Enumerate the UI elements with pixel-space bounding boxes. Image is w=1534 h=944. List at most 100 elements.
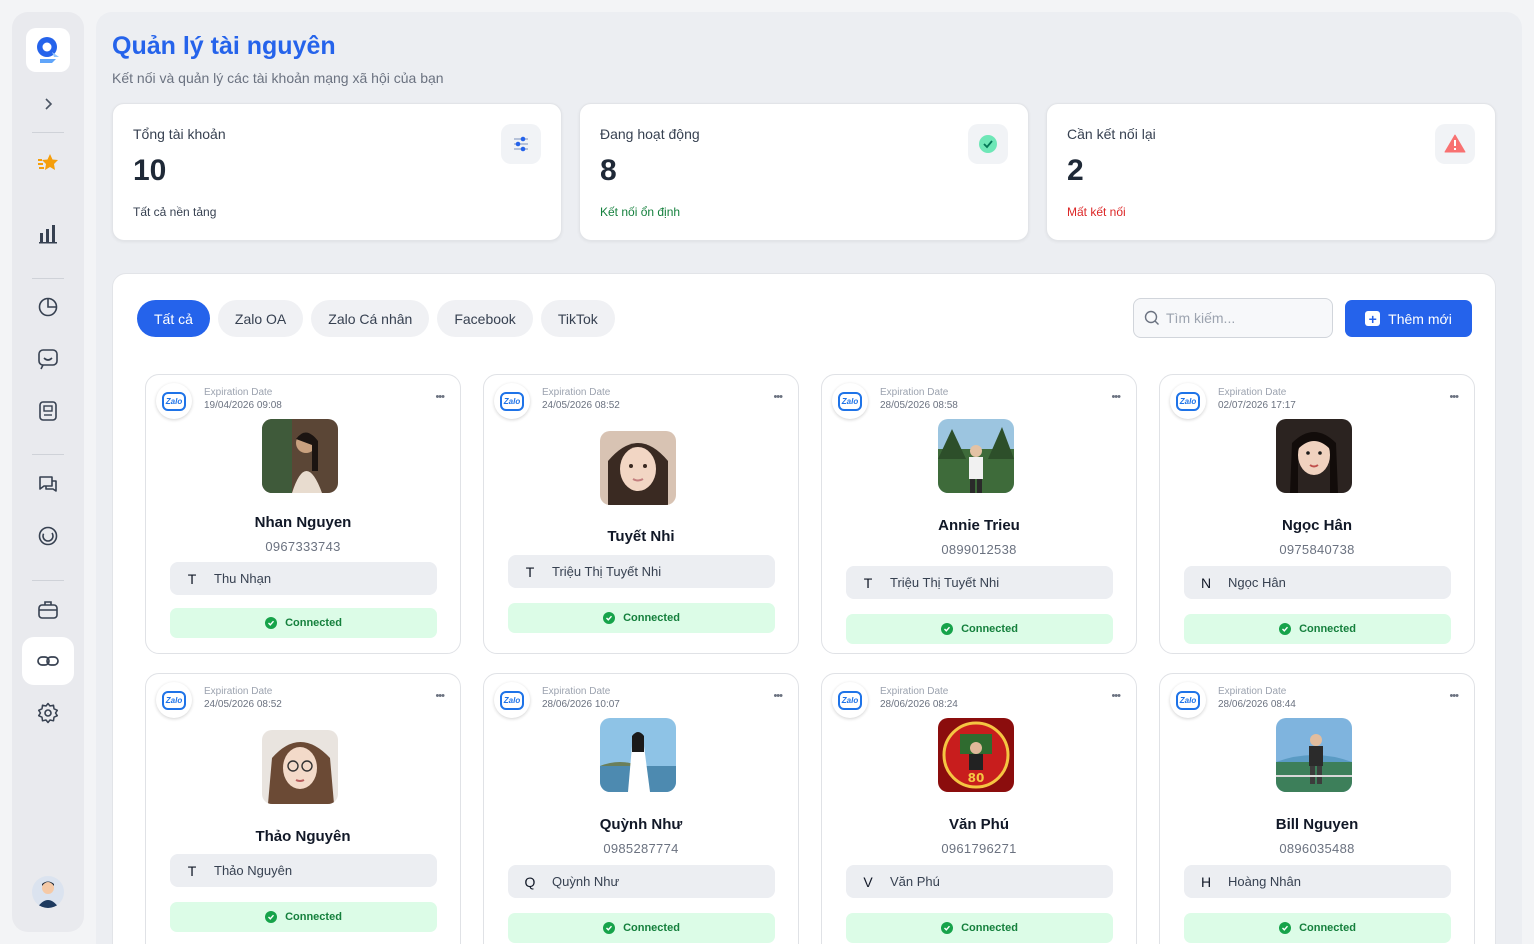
account-name: Thảo Nguyên	[255, 828, 351, 845]
platform-badge: Zalo	[162, 690, 186, 710]
status-badge: Connected	[508, 913, 775, 943]
pie-chart-icon[interactable]	[34, 293, 62, 321]
check-icon	[1279, 922, 1292, 934]
owner-name: Hoàng Nhân	[1228, 874, 1301, 889]
link-icon[interactable]	[34, 647, 62, 675]
expiration-label: Expiration Date	[880, 387, 949, 398]
platform-tabs: Tất cả Zalo OA Zalo Cá nhân Facebook Tik…	[137, 300, 615, 337]
tab-zalo-personal[interactable]: Zalo Cá nhân	[311, 300, 430, 337]
sidebar	[12, 12, 84, 932]
search-input[interactable]	[1166, 310, 1326, 326]
expiration-label: Expiration Date	[542, 686, 611, 697]
check-icon	[265, 911, 278, 923]
account-phone: 0985287774	[603, 841, 679, 856]
more-options-icon[interactable]: •••	[1449, 391, 1459, 403]
check-icon	[941, 922, 954, 934]
owner-initial: V	[863, 873, 873, 890]
more-options-icon[interactable]: •••	[1111, 391, 1121, 403]
tab-tiktok[interactable]: TikTok	[540, 300, 615, 337]
check-circle-icon	[968, 124, 1008, 164]
stat-card-active: Đang hoạt động 8 Kết nối ổn định	[579, 103, 1029, 241]
owner-name: Triệu Thị Tuyết Nhi	[890, 575, 1000, 590]
expiration-label: Expiration Date	[880, 686, 949, 697]
platform-badge: Zalo	[162, 391, 186, 411]
tab-facebook[interactable]: Facebook	[437, 300, 533, 337]
owner-initial: Q	[524, 873, 536, 890]
sidebar-divider	[32, 454, 64, 455]
sliders-icon	[501, 124, 541, 164]
stat-label: Đang hoạt động	[600, 126, 700, 142]
search-box	[1133, 298, 1333, 338]
status-badge: Connected	[1184, 614, 1451, 644]
status-label: Connected	[961, 623, 1018, 635]
expiration-date: 19/04/2026 09:08	[204, 400, 282, 411]
account-name: Annie Trieu	[938, 517, 1020, 534]
chat-bot-icon[interactable]	[34, 345, 62, 373]
account-card[interactable]: Zalo Expiration Date 28/06/2026 08:44 ••• Bi…	[1159, 673, 1475, 944]
stat-value: 2	[1067, 154, 1084, 187]
platform-badge: Zalo	[838, 690, 862, 710]
account-name: Quỳnh Như	[599, 816, 683, 833]
owner-chip: V Văn Phú	[846, 865, 1113, 898]
expiration-date: 24/05/2026 08:52	[542, 400, 620, 411]
user-avatar[interactable]	[32, 876, 64, 908]
account-avatar	[1276, 419, 1352, 493]
owner-chip: T Thảo Nguyên	[170, 854, 437, 887]
more-options-icon[interactable]: •••	[773, 690, 783, 702]
sidebar-divider	[32, 580, 64, 581]
briefcase-icon[interactable]	[34, 596, 62, 624]
more-options-icon[interactable]: •••	[1449, 690, 1459, 702]
account-card[interactable]: Zalo Expiration Date 02/07/2026 17:17 ••• Ng…	[1159, 374, 1475, 654]
notebook-icon[interactable]	[34, 397, 62, 425]
tab-zalo-oa[interactable]: Zalo OA	[217, 300, 304, 337]
svg-text:80: 80	[968, 771, 985, 785]
account-phone: 0967333743	[265, 539, 341, 554]
account-avatar	[1276, 718, 1352, 792]
account-card[interactable]: Zalo Expiration Date 19/04/2026 09:08 ••• Nh…	[145, 374, 461, 654]
spinner-icon[interactable]	[34, 522, 62, 550]
messages-icon[interactable]	[34, 470, 62, 498]
app-logo[interactable]	[26, 28, 70, 72]
more-options-icon[interactable]: •••	[435, 690, 445, 702]
more-options-icon[interactable]: •••	[773, 391, 783, 403]
stat-value: 8	[600, 154, 617, 187]
status-label: Connected	[961, 922, 1018, 934]
add-new-label: Thêm mới	[1388, 310, 1452, 327]
expiration-label: Expiration Date	[1218, 387, 1287, 398]
owner-chip: T Thu Nhạn	[170, 562, 437, 595]
stat-label: Cần kết nối lại	[1067, 126, 1156, 142]
main-panel: Quản lý tài nguyên Kết nối và quản lý cá…	[96, 12, 1522, 944]
stat-value: 10	[133, 154, 167, 187]
account-phone: 0899012538	[941, 542, 1017, 557]
account-card[interactable]: Zalo Expiration Date 28/06/2026 08:24 ••• 80…	[821, 673, 1137, 944]
status-label: Connected	[285, 617, 342, 629]
stat-note: Kết nối ổn định	[600, 205, 681, 219]
check-icon	[941, 623, 954, 635]
more-options-icon[interactable]: •••	[1111, 690, 1121, 702]
bar-chart-icon[interactable]	[34, 220, 62, 248]
expand-chevron-icon[interactable]	[34, 90, 62, 118]
account-card[interactable]: Zalo Expiration Date 28/06/2026 10:07 ••• Qu…	[483, 673, 799, 944]
check-icon	[1279, 623, 1292, 635]
owner-chip: H Hoàng Nhân	[1184, 865, 1451, 898]
settings-gear-icon[interactable]	[34, 699, 62, 727]
starred-icon[interactable]	[34, 148, 62, 176]
owner-initial: T	[187, 862, 197, 879]
zalo-logo-icon: Zalo	[832, 682, 868, 718]
account-card[interactable]: Zalo Expiration Date 24/05/2026 08:52 ••• Tu…	[483, 374, 799, 654]
platform-badge: Zalo	[838, 391, 862, 411]
account-name: Tuyết Nhi	[607, 528, 675, 545]
account-avatar	[938, 419, 1014, 493]
more-options-icon[interactable]: •••	[435, 391, 445, 403]
tab-all[interactable]: Tất cả	[137, 300, 210, 337]
account-card[interactable]: Zalo Expiration Date 24/05/2026 08:52 ••• Th…	[145, 673, 461, 944]
add-new-button[interactable]: + Thêm mới	[1345, 300, 1472, 337]
stat-note: Tất cả nền tảng	[133, 205, 217, 219]
owner-initial: T	[863, 574, 873, 591]
stat-label: Tổng tài khoản	[133, 126, 226, 142]
account-name: Nhan Nguyen	[254, 514, 352, 531]
account-card[interactable]: Zalo Expiration Date 28/05/2026 08:58 ••• An…	[821, 374, 1137, 654]
expiration-date: 28/06/2026 08:44	[1218, 699, 1296, 710]
owner-chip: N Ngọc Hân	[1184, 566, 1451, 599]
check-icon	[603, 612, 616, 624]
